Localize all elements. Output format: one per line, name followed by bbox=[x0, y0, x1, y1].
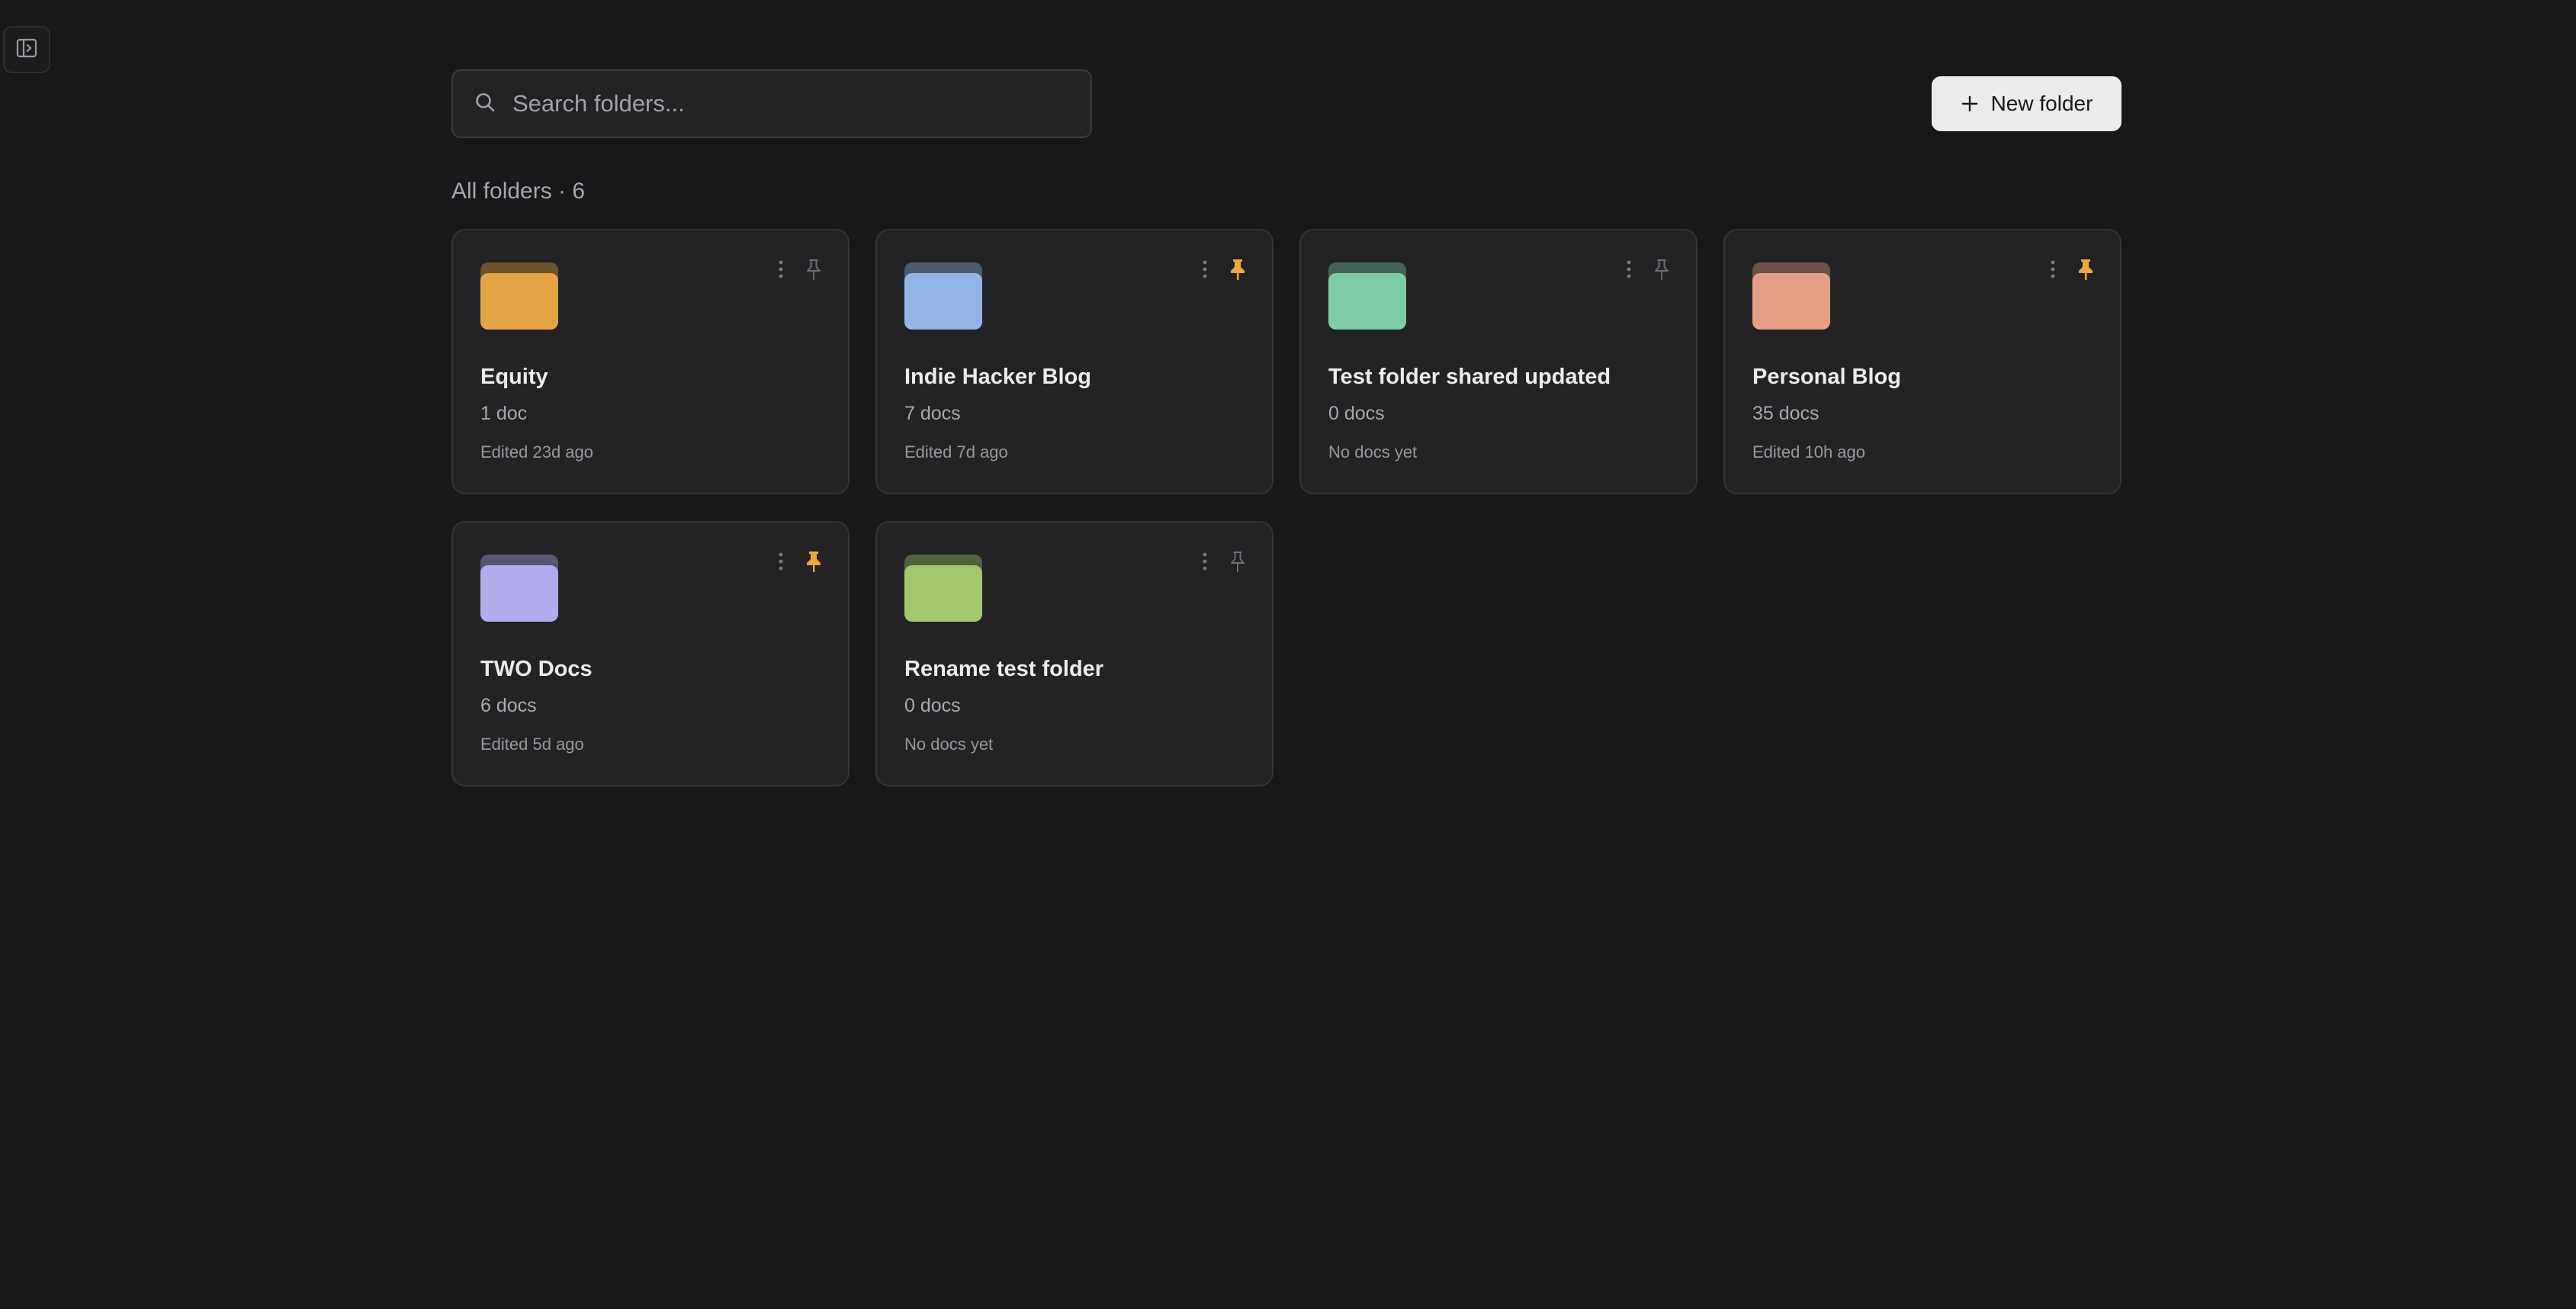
pin-button[interactable] bbox=[2073, 258, 2099, 284]
folder-edited-time: No docs yet bbox=[904, 735, 994, 754]
folder-name: Personal Blog bbox=[1752, 365, 1901, 389]
folder-icon bbox=[1752, 262, 1830, 330]
folder-doc-count: 0 docs bbox=[1328, 403, 1385, 424]
more-vertical-icon bbox=[1626, 259, 1632, 283]
folder-name: Equity bbox=[480, 365, 548, 389]
folder-card-indie-hacker-blog[interactable]: Indie Hacker Blog 7 docs Edited 7d ago bbox=[875, 229, 1274, 494]
pin-icon bbox=[1652, 258, 1672, 285]
pin-button[interactable] bbox=[1225, 258, 1251, 284]
folder-icon bbox=[480, 555, 558, 622]
folder-icon bbox=[904, 555, 982, 622]
more-options-button[interactable] bbox=[2045, 259, 2060, 282]
more-vertical-icon bbox=[778, 259, 784, 283]
folder-doc-count: 6 docs bbox=[480, 695, 537, 716]
folder-icon bbox=[904, 262, 982, 330]
folder-card-personal-blog[interactable]: Personal Blog 35 docs Edited 10h ago bbox=[1723, 229, 2122, 494]
folder-doc-count: 35 docs bbox=[1752, 403, 1820, 424]
search-box[interactable] bbox=[451, 69, 1092, 138]
new-folder-label: New folder bbox=[1990, 92, 2093, 115]
more-options-button[interactable] bbox=[773, 259, 789, 282]
folder-doc-count: 0 docs bbox=[904, 695, 961, 716]
folder-name: Test folder shared updated bbox=[1328, 365, 1611, 389]
more-vertical-icon bbox=[2050, 259, 2056, 283]
new-folder-button[interactable]: New folder bbox=[1932, 76, 2122, 131]
folder-edited-time: No docs yet bbox=[1328, 442, 1418, 462]
sidebar-toggle-icon bbox=[15, 37, 38, 63]
folder-edited-time: Edited 5d ago bbox=[480, 735, 584, 754]
folder-name: TWO Docs bbox=[480, 657, 593, 681]
more-vertical-icon bbox=[778, 552, 784, 575]
folder-name: Rename test folder bbox=[904, 657, 1104, 681]
more-options-button[interactable] bbox=[1621, 259, 1636, 282]
folder-edited-time: Edited 7d ago bbox=[904, 442, 1008, 462]
folder-icon bbox=[480, 262, 558, 330]
folder-card-equity[interactable]: Equity 1 doc Edited 23d ago bbox=[451, 229, 850, 494]
pinned-icon bbox=[804, 550, 824, 577]
folder-card-test-folder-shared-updated[interactable]: Test folder shared updated 0 docs No doc… bbox=[1299, 229, 1698, 494]
folder-name: Indie Hacker Blog bbox=[904, 365, 1091, 389]
search-icon bbox=[474, 92, 496, 117]
sidebar-toggle-button[interactable] bbox=[3, 26, 50, 73]
folder-doc-count: 1 doc bbox=[480, 403, 528, 424]
search-input[interactable] bbox=[511, 89, 1063, 118]
folders-heading: All folders · 6 bbox=[451, 178, 586, 204]
folder-edited-time: Edited 10h ago bbox=[1752, 442, 1866, 462]
more-vertical-icon bbox=[1202, 552, 1208, 575]
more-options-button[interactable] bbox=[773, 552, 789, 574]
pin-icon bbox=[1228, 550, 1248, 577]
pinned-icon bbox=[2076, 258, 2096, 285]
folder-edited-time: Edited 23d ago bbox=[480, 442, 594, 462]
pin-button[interactable] bbox=[801, 258, 827, 284]
more-vertical-icon bbox=[1202, 259, 1208, 283]
folder-card-rename-test-folder[interactable]: Rename test folder 0 docs No docs yet bbox=[875, 521, 1274, 786]
pin-icon bbox=[804, 258, 824, 285]
folder-icon bbox=[1328, 262, 1406, 330]
pin-button[interactable] bbox=[801, 550, 827, 576]
pin-button[interactable] bbox=[1649, 258, 1675, 284]
pinned-icon bbox=[1228, 258, 1248, 285]
folder-doc-count: 7 docs bbox=[904, 403, 961, 424]
plus-icon bbox=[1961, 95, 1979, 113]
more-options-button[interactable] bbox=[1197, 552, 1213, 574]
more-options-button[interactable] bbox=[1197, 259, 1213, 282]
pin-button[interactable] bbox=[1225, 550, 1251, 576]
folder-card-two-docs[interactable]: TWO Docs 6 docs Edited 5d ago bbox=[451, 521, 850, 786]
